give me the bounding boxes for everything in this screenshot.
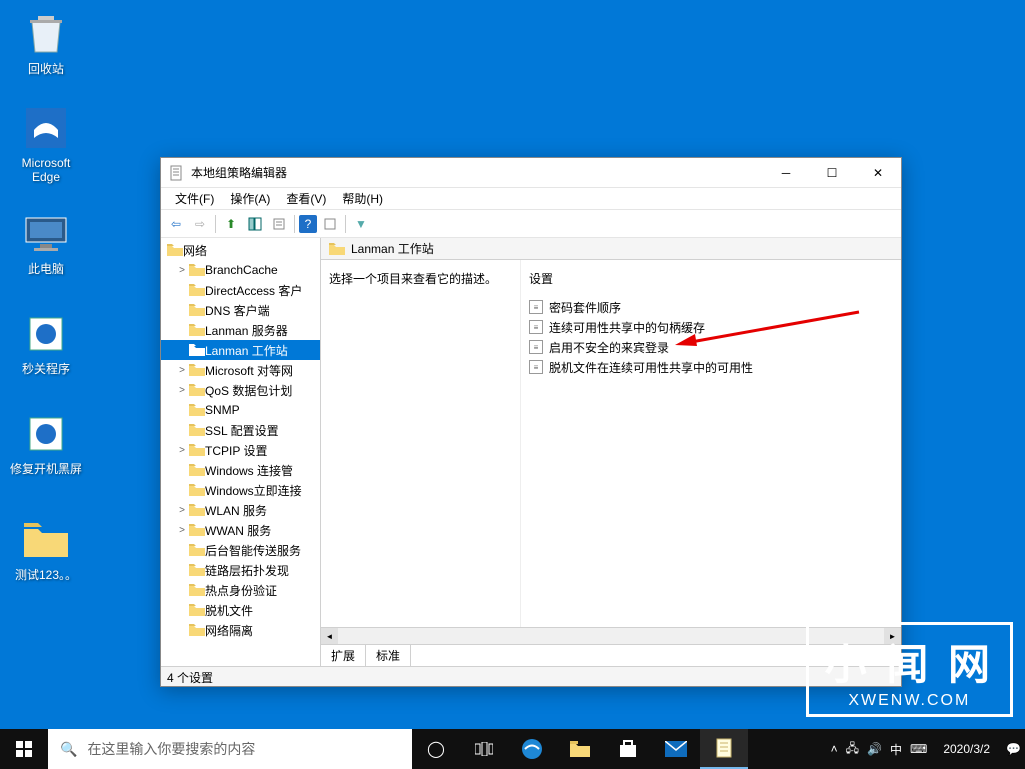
tree-item[interactable]: SSL 配置设置 — [161, 420, 320, 440]
menu-help[interactable]: 帮助(H) — [334, 188, 391, 209]
setting-item[interactable]: ≡启用不安全的来宾登录 — [529, 337, 893, 357]
search-box[interactable]: 🔍 在这里输入你要搜索的内容 — [48, 729, 412, 769]
search-placeholder: 在这里输入你要搜索的内容 — [87, 739, 255, 759]
tree-item[interactable]: >WWAN 服务 — [161, 520, 320, 540]
menubar: 文件(F) 操作(A) 查看(V) 帮助(H) — [161, 188, 901, 210]
desktop-icon-folder[interactable]: 测试123。。 — [8, 516, 84, 582]
search-icon: 🔍 — [60, 741, 77, 758]
system-tray[interactable]: ˄ 🖧 🔊 中 ⌨ 2020/3/2 💬 — [831, 739, 1025, 760]
properties-button[interactable] — [319, 213, 341, 235]
taskbar-edge-icon[interactable] — [508, 729, 556, 769]
tree-item[interactable]: DirectAccess 客户 — [161, 280, 320, 300]
cortana-icon[interactable]: ◯ — [412, 729, 460, 769]
desktop-icon-edge[interactable]: Microsoft Edge — [8, 104, 84, 184]
window-title: 本地组策略编辑器 — [191, 164, 763, 181]
tree-item[interactable]: 链路层拓扑发现 — [161, 560, 320, 580]
tree-item[interactable]: DNS 客户端 — [161, 300, 320, 320]
tab-standard[interactable]: 标准 — [366, 645, 411, 666]
tree-item[interactable]: 后台智能传送服务 — [161, 540, 320, 560]
tray-volume-icon[interactable]: 🔊 — [867, 742, 882, 756]
start-button[interactable] — [0, 729, 48, 769]
setting-item[interactable]: ≡脱机文件在连续可用性共享中的可用性 — [529, 357, 893, 377]
policy-icon: ≡ — [529, 320, 543, 334]
tree-item[interactable]: >WLAN 服务 — [161, 500, 320, 520]
watermark: 小 闻 网 XWENW.COM — [806, 622, 1013, 717]
nav-tree[interactable]: 网络 >BranchCacheDirectAccess 客户DNS 客户端Lan… — [161, 238, 321, 666]
location-header: Lanman 工作站 — [321, 238, 901, 260]
taskbar-gpedit-icon[interactable] — [700, 729, 748, 769]
tree-item[interactable]: >QoS 数据包计划 — [161, 380, 320, 400]
taskbar: 🔍 在这里输入你要搜索的内容 ◯ ˄ 🖧 🔊 中 ⌨ 2020/3/2 💬 — [0, 729, 1025, 769]
tree-item[interactable]: Lanman 服务器 — [161, 320, 320, 340]
policy-icon: ≡ — [529, 360, 543, 374]
folder-icon — [329, 243, 345, 255]
desktop-icon-pc[interactable]: 此电脑 — [8, 210, 84, 276]
menu-file[interactable]: 文件(F) — [167, 188, 222, 209]
tray-keyboard-icon[interactable]: ⌨ — [910, 742, 927, 756]
setting-item[interactable]: ≡连续可用性共享中的句柄缓存 — [529, 317, 893, 337]
up-button[interactable]: ⬆ — [220, 213, 242, 235]
menu-action[interactable]: 操作(A) — [222, 188, 278, 209]
filter-button[interactable]: ▼ — [350, 213, 372, 235]
tray-up-icon[interactable]: ˄ — [831, 742, 838, 756]
tray-ime-icon[interactable]: 中 — [890, 741, 902, 758]
policy-icon: ≡ — [529, 340, 543, 354]
taskbar-store-icon[interactable] — [604, 729, 652, 769]
setting-item[interactable]: ≡密码套件顺序 — [529, 297, 893, 317]
taskbar-explorer-icon[interactable] — [556, 729, 604, 769]
menu-view[interactable]: 查看(V) — [278, 188, 334, 209]
desktop-icon-recycle[interactable]: 回收站 — [8, 10, 84, 76]
settings-list: 设置 ≡密码套件顺序≡连续可用性共享中的句柄缓存≡启用不安全的来宾登录≡脱机文件… — [521, 260, 901, 627]
desktop-icon-app1[interactable]: 秒关程序 — [8, 310, 84, 376]
tree-item[interactable]: Lanman 工作站 — [161, 340, 320, 360]
location-text: Lanman 工作站 — [351, 240, 434, 257]
right-panel: Lanman 工作站 选择一个项目来查看它的描述。 设置 ≡密码套件顺序≡连续可… — [321, 238, 901, 666]
tree-item[interactable]: >BranchCache — [161, 260, 320, 280]
desktop-icon-app2[interactable]: 修复开机黑屏 — [8, 410, 84, 476]
tree-item[interactable]: >TCPIP 设置 — [161, 440, 320, 460]
taskbar-mail-icon[interactable] — [652, 729, 700, 769]
titlebar[interactable]: 本地组策略编辑器 ─ ☐ ✕ — [161, 158, 901, 188]
back-button[interactable]: ⇦ — [165, 213, 187, 235]
help-button[interactable]: ? — [299, 215, 317, 233]
tree-item[interactable]: 热点身份验证 — [161, 580, 320, 600]
minimize-button[interactable]: ─ — [763, 158, 809, 188]
task-view-icon[interactable] — [460, 729, 508, 769]
notifications-icon[interactable]: 💬 — [1006, 742, 1021, 756]
tree-item[interactable]: 脱机文件 — [161, 600, 320, 620]
gpedit-window: 本地组策略编辑器 ─ ☐ ✕ 文件(F) 操作(A) 查看(V) 帮助(H) ⇦… — [160, 157, 902, 687]
tree-item[interactable]: SNMP — [161, 400, 320, 420]
description-column: 选择一个项目来查看它的描述。 — [321, 260, 521, 627]
status-bar: 4 个设置 — [161, 666, 901, 686]
app-icon — [169, 165, 185, 181]
tree-item[interactable]: 网络隔离 — [161, 620, 320, 640]
clock[interactable]: 2020/3/2 — [935, 742, 998, 756]
tree-item[interactable]: >Microsoft 对等网 — [161, 360, 320, 380]
show-hide-tree-button[interactable] — [244, 213, 266, 235]
tray-network-icon[interactable]: 🖧 — [846, 739, 859, 760]
scroll-left-button[interactable]: ◄ — [321, 628, 338, 644]
export-list-button[interactable] — [268, 213, 290, 235]
tree-item[interactable]: Windows立即连接 — [161, 480, 320, 500]
maximize-button[interactable]: ☐ — [809, 158, 855, 188]
policy-icon: ≡ — [529, 300, 543, 314]
settings-header: 设置 — [529, 270, 893, 287]
forward-button[interactable]: ⇨ — [189, 213, 211, 235]
tab-extended[interactable]: 扩展 — [321, 645, 366, 666]
tree-item[interactable]: Windows 连接管 — [161, 460, 320, 480]
close-button[interactable]: ✕ — [855, 158, 901, 188]
toolbar: ⇦ ⇨ ⬆ ? ▼ — [161, 210, 901, 238]
tree-root[interactable]: 网络 — [161, 240, 320, 260]
